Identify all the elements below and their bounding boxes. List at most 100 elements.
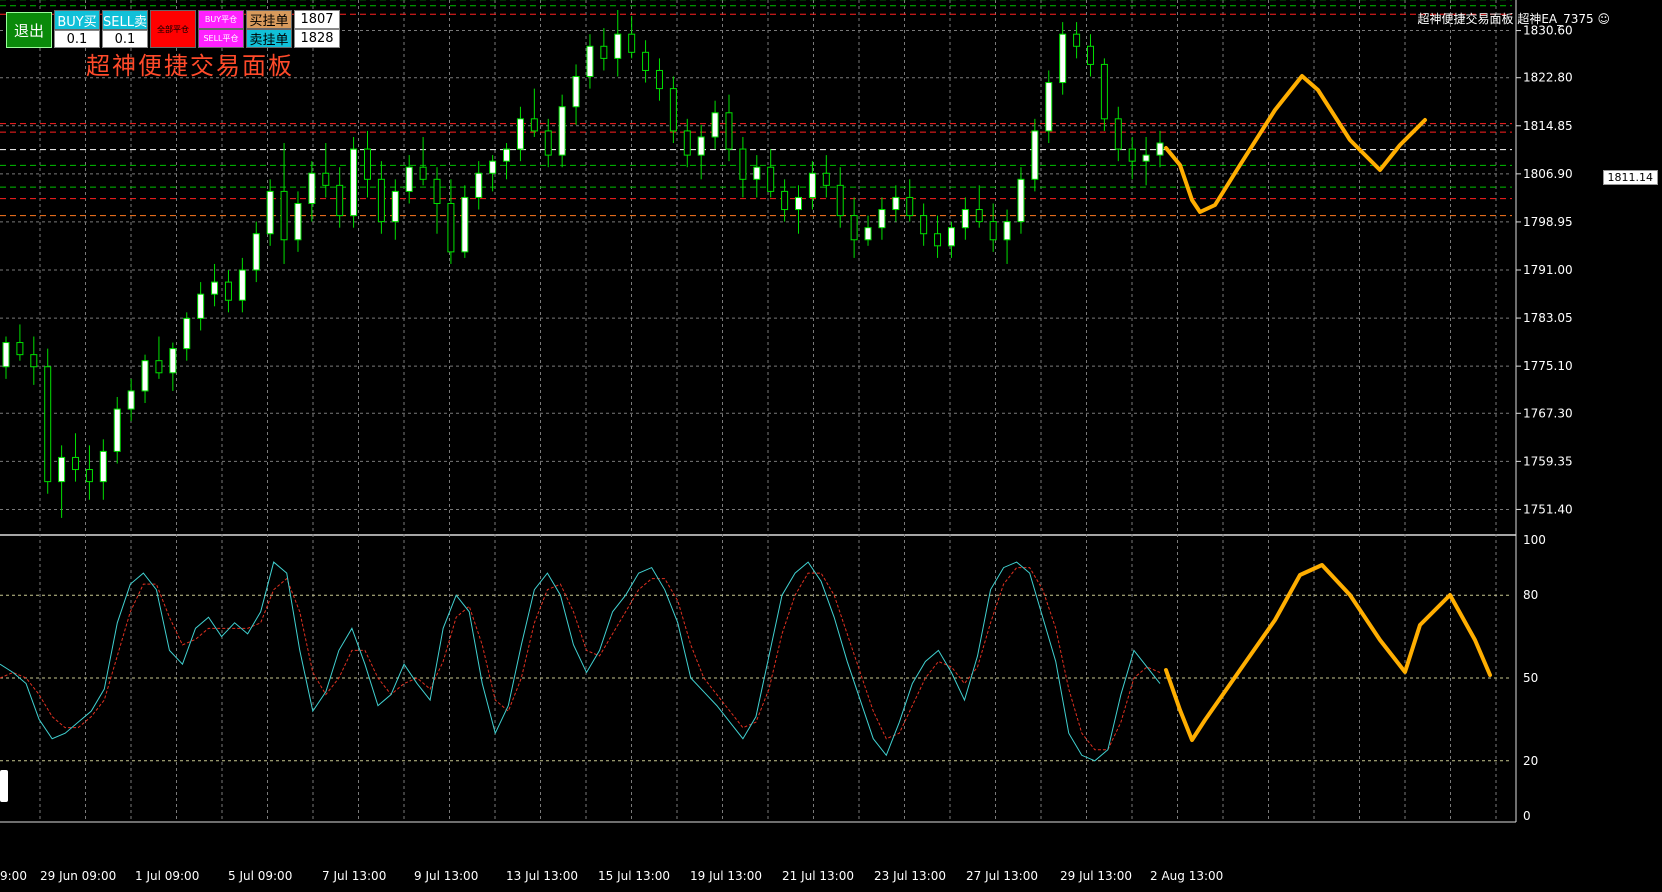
candle-body (377, 178, 385, 223)
candle-body (391, 190, 399, 223)
buy-button[interactable]: BUY买 (54, 10, 100, 30)
candle-body (586, 45, 594, 78)
time-axis-label: 7 Jul 13:00 (322, 869, 386, 883)
sell-limit-price-input[interactable]: 1828 (294, 29, 340, 48)
candle-body (1073, 33, 1081, 47)
time-axis-label: 15 Jul 13:00 (598, 869, 670, 883)
candle-body (1086, 45, 1094, 65)
candle-body (530, 118, 538, 132)
time-axis-label: 27 Jul 13:00 (966, 869, 1038, 883)
candle-body (99, 450, 107, 483)
stoch-axis-label: 20 (1523, 754, 1538, 768)
sell-button[interactable]: SELL卖 (102, 10, 148, 30)
candle-body (141, 360, 149, 392)
candle-body (850, 215, 858, 241)
candle-body (961, 209, 969, 229)
price-axis-label: 1759.35 (1523, 454, 1573, 468)
time-axis-label: 29 Jul 13:00 (1060, 869, 1132, 883)
candle-body (822, 172, 830, 186)
stoch-axis-label: 80 (1523, 588, 1538, 602)
candle-body (224, 281, 232, 301)
candle-body (516, 118, 524, 150)
candle-body (739, 148, 747, 180)
candle-body (336, 184, 344, 217)
candle-body (363, 148, 371, 180)
exit-button[interactable]: 退出 (6, 12, 52, 48)
stoch-main-line (0, 561, 1161, 762)
stoch-annotation-curve (1164, 563, 1492, 742)
candle-body (44, 366, 52, 483)
candle-body (572, 76, 580, 108)
candle-body (197, 293, 205, 319)
time-axis-label: 9:00 (0, 869, 27, 883)
price-axis-label: 1822.80 (1523, 71, 1573, 85)
time-axis-label: 2 Aug 13:00 (1150, 869, 1223, 883)
candle-body (753, 166, 761, 180)
candle-body (183, 317, 191, 350)
candle-body (475, 172, 483, 198)
candle-body (1114, 118, 1122, 150)
time-axis-label: 21 Jul 13:00 (782, 869, 854, 883)
price-axis-label: 1767.30 (1523, 406, 1573, 420)
candle-body (1003, 221, 1011, 241)
candle-body (30, 354, 38, 368)
candle-body (419, 166, 427, 180)
candle-body (155, 360, 163, 374)
candle-body (725, 112, 733, 150)
candle-body (489, 160, 497, 174)
price-axis-label: 1814.85 (1523, 119, 1573, 133)
candle-body (697, 136, 705, 156)
candle-body (614, 33, 622, 59)
candle-body (711, 112, 719, 138)
price-axis-label: 1751.40 (1523, 502, 1573, 516)
candle-body (892, 196, 900, 211)
price-axis-label: 1798.95 (1523, 215, 1573, 229)
candle-body (878, 209, 886, 229)
stoch-axis-label: 100 (1523, 533, 1546, 547)
candle-body (503, 148, 511, 162)
candle-body (1142, 154, 1150, 162)
candle-body (16, 342, 24, 356)
candle-body (1128, 148, 1136, 162)
candle-body (350, 148, 358, 217)
candle-body (252, 233, 260, 271)
candle-body (211, 281, 219, 295)
candle-body (906, 196, 914, 217)
price-axis-label: 1783.05 (1523, 311, 1573, 325)
close-all-button[interactable]: 全部平仓 (150, 10, 196, 48)
stoch-axis-label: 0 (1523, 809, 1531, 823)
buy-limit-button[interactable]: 买挂单 (246, 10, 292, 29)
candle-body (934, 233, 942, 247)
candle-body (558, 106, 566, 156)
buy-close-button[interactable]: BUY平仓 (198, 10, 244, 29)
candle-body (864, 227, 872, 241)
candle-body (461, 196, 469, 253)
stoch-axis-label: 50 (1523, 671, 1538, 685)
candle-body (280, 190, 288, 241)
chart-canvas[interactable]: 1830.601822.801814.851806.901798.951791.… (0, 0, 1662, 892)
candle-body (322, 172, 330, 186)
candle-body (169, 348, 177, 374)
buy-limit-price-input[interactable]: 1807 (294, 10, 340, 29)
time-axis-label: 9 Jul 13:00 (414, 869, 478, 883)
time-axis-label: 23 Jul 13:00 (874, 869, 946, 883)
candle-body (1100, 63, 1108, 120)
candle-body (628, 33, 636, 53)
candle-body (1156, 142, 1164, 156)
panel-handle[interactable] (0, 770, 8, 802)
candle-body (795, 196, 803, 211)
price-axis-label: 1806.90 (1523, 167, 1573, 181)
candle-body (433, 178, 441, 204)
candle-body (2, 342, 10, 368)
candle-body (1017, 178, 1025, 223)
candle-body (447, 202, 455, 253)
candle-body (72, 456, 80, 471)
price-axis-label: 1791.00 (1523, 263, 1573, 277)
candle-body (683, 130, 691, 156)
candle-body (767, 166, 775, 192)
candle-body (405, 166, 413, 192)
candle-body (1045, 82, 1053, 132)
candle-body (600, 45, 608, 59)
candle-body (58, 456, 66, 483)
candle-body (642, 51, 650, 71)
